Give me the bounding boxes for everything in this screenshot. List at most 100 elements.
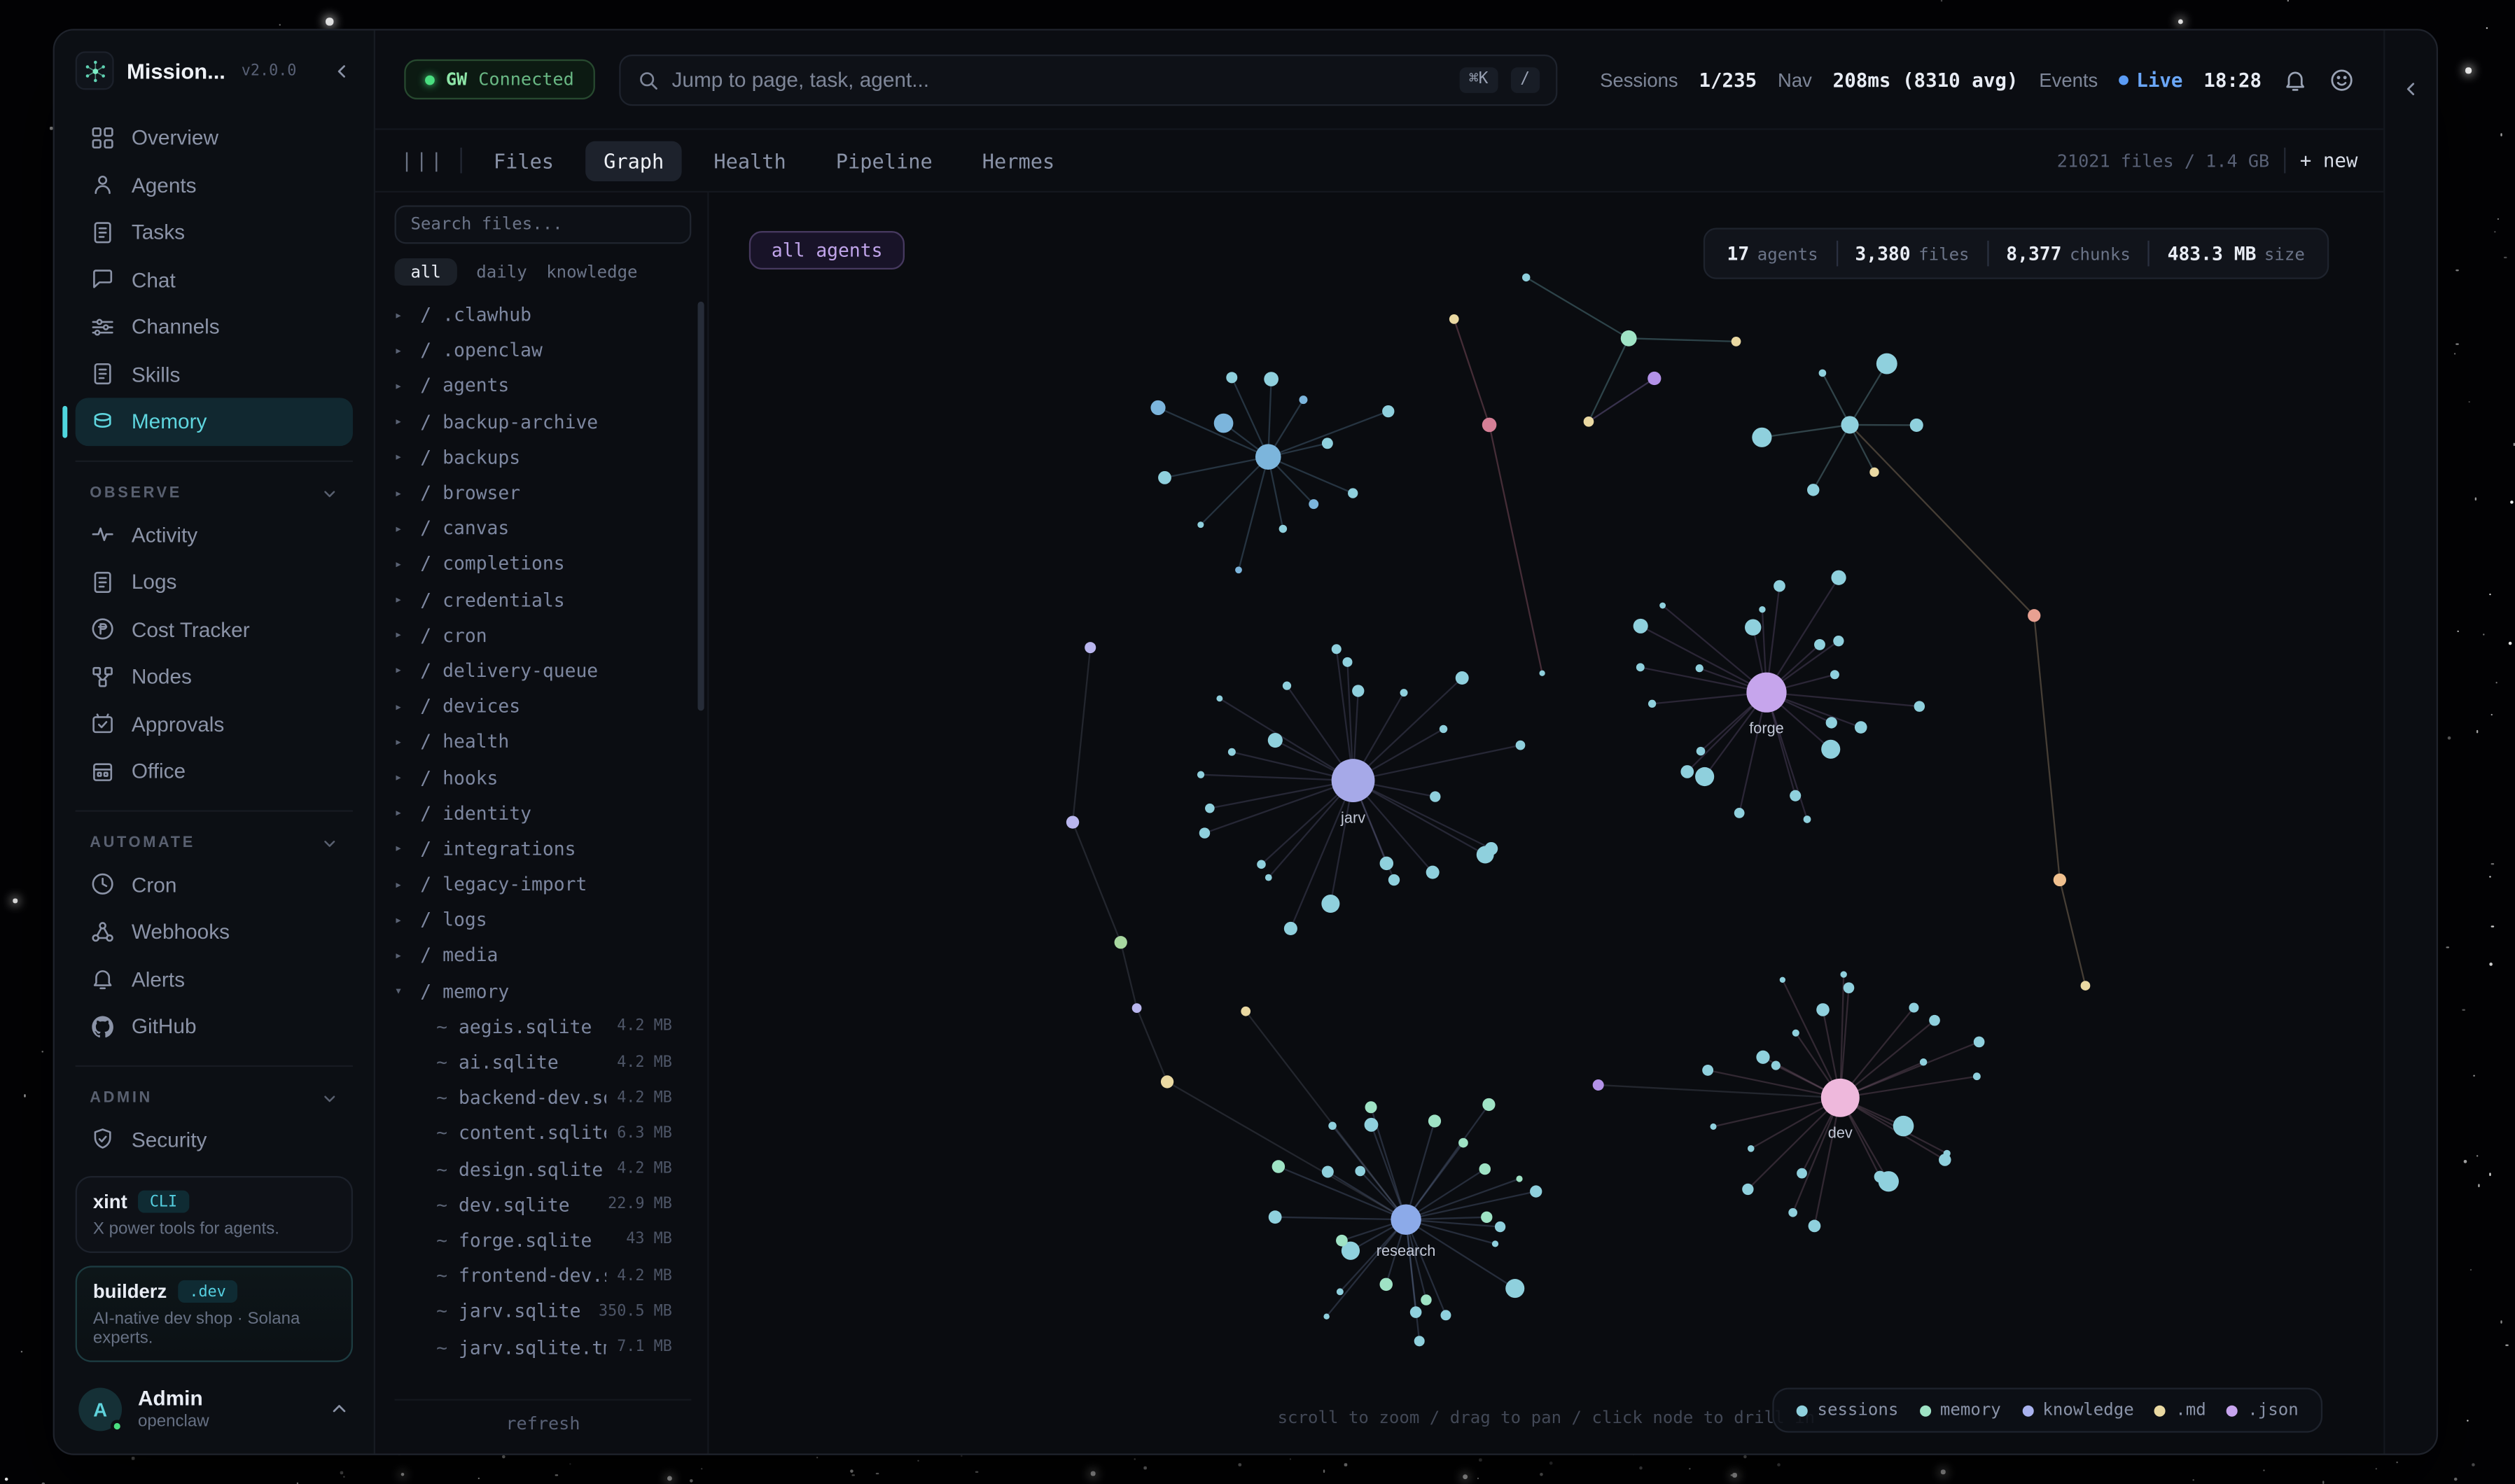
tab-files[interactable]: Files bbox=[476, 141, 572, 181]
graph-node-c1[interactable] bbox=[1085, 642, 1096, 653]
tree-folder-integrations[interactable]: ▸/integrations bbox=[395, 831, 692, 867]
graph-node-c5[interactable] bbox=[1161, 1075, 1173, 1088]
promo-card-builderz[interactable]: builderz.devAI-native dev shop · Solana … bbox=[76, 1266, 353, 1362]
graph-satellite-node[interactable] bbox=[1939, 1154, 1951, 1166]
caret-right-icon[interactable]: ▸ bbox=[395, 307, 410, 322]
feedback-smiley-icon[interactable] bbox=[2329, 66, 2355, 92]
tree-file-dev-sqlite[interactable]: ~dev.sqlite22.9 MB bbox=[395, 1186, 692, 1222]
graph-satellite-node[interactable] bbox=[1495, 1222, 1505, 1232]
graph-hub-hubA[interactable] bbox=[1255, 444, 1281, 470]
filter-knowledge[interactable]: knowledge bbox=[546, 262, 637, 282]
graph-satellite-node[interactable] bbox=[1819, 370, 1827, 377]
graph-satellite-node[interactable] bbox=[1388, 874, 1400, 886]
graph-satellite-node[interactable] bbox=[1659, 603, 1666, 609]
graph-satellite-node[interactable] bbox=[1228, 748, 1236, 756]
graph-satellite-node[interactable] bbox=[1816, 1003, 1830, 1016]
graph-satellite-node[interactable] bbox=[1914, 701, 1925, 711]
sidebar-item-channels[interactable]: Channels bbox=[76, 303, 353, 351]
graph-satellite-node[interactable] bbox=[1268, 733, 1283, 748]
global-search[interactable]: ⌘K / bbox=[619, 54, 1557, 105]
file-search-input[interactable] bbox=[395, 205, 692, 244]
graph-satellite-node[interactable] bbox=[1771, 1061, 1781, 1070]
sidebar-item-cron[interactable]: Cron bbox=[76, 861, 353, 909]
gateway-status-pill[interactable]: GW Connected bbox=[404, 59, 594, 99]
caret-right-icon[interactable]: ▸ bbox=[395, 948, 410, 962]
graph-satellite-node[interactable] bbox=[1807, 484, 1819, 496]
graph-satellite-node[interactable] bbox=[1309, 499, 1318, 509]
section-header-automate[interactable]: AUTOMATE bbox=[76, 825, 353, 860]
filter-all[interactable]: all bbox=[395, 258, 457, 286]
graph-node-pink[interactable] bbox=[1482, 418, 1497, 433]
graph-node-c4[interactable] bbox=[1132, 1003, 1142, 1013]
caret-right-icon[interactable]: ▸ bbox=[395, 664, 410, 678]
graph-satellite-node[interactable] bbox=[1235, 566, 1242, 573]
graph-satellite-node[interactable] bbox=[1477, 846, 1494, 864]
caret-right-icon[interactable]: ▸ bbox=[395, 485, 410, 500]
caret-right-icon[interactable]: ▸ bbox=[395, 877, 410, 892]
caret-down-icon[interactable]: ▾ bbox=[395, 983, 410, 998]
tree-file-backend-dev-sql[interactable]: ~backend-dev.sql…4.2 MB bbox=[395, 1080, 692, 1116]
graph-satellite-node[interactable] bbox=[1752, 428, 1771, 447]
graph-node-s1[interactable] bbox=[2028, 609, 2040, 622]
tree-folder-hooks[interactable]: ▸/hooks bbox=[395, 760, 692, 795]
graph-satellite-node[interactable] bbox=[1696, 664, 1704, 672]
graph-satellite-node[interactable] bbox=[1920, 1058, 1927, 1065]
graph-satellite-node[interactable] bbox=[1695, 767, 1714, 786]
caret-right-icon[interactable]: ▸ bbox=[395, 450, 410, 465]
graph-satellite-node[interactable] bbox=[1322, 438, 1333, 449]
graph-satellite-node[interactable] bbox=[1426, 866, 1440, 879]
graph-node-e4[interactable] bbox=[1584, 416, 1594, 427]
graph-satellite-node[interactable] bbox=[1380, 857, 1393, 870]
caret-right-icon[interactable]: ▸ bbox=[395, 556, 410, 571]
sidebar-item-chat[interactable]: Chat bbox=[76, 256, 353, 304]
graph-satellite-node[interactable] bbox=[1216, 695, 1222, 701]
caret-right-icon[interactable]: ▸ bbox=[395, 913, 410, 927]
sidebar-item-memory[interactable]: Memory bbox=[76, 398, 353, 445]
graph-satellite-node[interactable] bbox=[1481, 1212, 1492, 1223]
caret-right-icon[interactable]: ▸ bbox=[395, 628, 410, 643]
graph-satellite-node[interactable] bbox=[1322, 1166, 1334, 1177]
graph-satellite-node[interactable] bbox=[1337, 1288, 1344, 1295]
caret-right-icon[interactable]: ▸ bbox=[395, 521, 410, 536]
graph-satellite-node[interactable] bbox=[1421, 1294, 1432, 1306]
graph-satellite-node[interactable] bbox=[1492, 1240, 1498, 1247]
caret-right-icon[interactable]: ▸ bbox=[395, 592, 410, 607]
tree-folder-health[interactable]: ▸/health bbox=[395, 724, 692, 760]
graph-satellite-node[interactable] bbox=[1804, 816, 1811, 823]
tree-folder-delivery-queue[interactable]: ▸/delivery-queue bbox=[395, 653, 692, 689]
graph-satellite-node[interactable] bbox=[1400, 689, 1408, 696]
graph-node-s3[interactable] bbox=[2081, 981, 2091, 990]
graph-satellite-node[interactable] bbox=[1530, 1185, 1542, 1197]
graph-hub-jarv[interactable] bbox=[1332, 759, 1375, 802]
graph-satellite-node[interactable] bbox=[1844, 982, 1855, 993]
tree-file-jarv-sqlite[interactable]: ~jarv.sqlite350.5 MB bbox=[395, 1294, 692, 1329]
graph-satellite-node[interactable] bbox=[1284, 922, 1297, 935]
graph-satellite-node[interactable] bbox=[1342, 657, 1352, 667]
tab-health[interactable]: Health bbox=[696, 141, 804, 181]
graph-satellite-node[interactable] bbox=[1283, 682, 1291, 690]
graph-satellite-node[interactable] bbox=[1482, 1098, 1495, 1111]
graph-satellite-node[interactable] bbox=[1710, 1124, 1716, 1130]
graph-satellite-node[interactable] bbox=[1440, 1310, 1451, 1320]
graph-node-p1[interactable] bbox=[1593, 1079, 1604, 1091]
tree-folder-clawhub[interactable]: ▸/.clawhub bbox=[395, 297, 692, 332]
tree-file-jarv-sqlite-tmp[interactable]: ~jarv.sqlite.tmp…7.1 MB bbox=[395, 1329, 692, 1365]
tree-folder-openclaw[interactable]: ▸/.openclaw bbox=[395, 332, 692, 368]
caret-right-icon[interactable]: ▸ bbox=[395, 699, 410, 713]
sidebar-item-github[interactable]: GitHub bbox=[76, 1002, 353, 1050]
tab-hermes[interactable]: Hermes bbox=[965, 141, 1073, 181]
graph-node-e5[interactable] bbox=[1449, 314, 1459, 324]
graph-satellite-node[interactable] bbox=[1300, 396, 1308, 404]
caret-right-icon[interactable]: ▸ bbox=[395, 414, 410, 429]
tree-folder-devices[interactable]: ▸/devices bbox=[395, 688, 692, 724]
caret-right-icon[interactable]: ▸ bbox=[395, 770, 410, 785]
chevron-up-icon[interactable] bbox=[329, 1399, 350, 1420]
graph-satellite-node[interactable] bbox=[1430, 791, 1440, 802]
tree-folder-memory[interactable]: ▾/memory bbox=[395, 973, 692, 1009]
caret-right-icon[interactable]: ▸ bbox=[395, 734, 410, 749]
graph-satellite-node[interactable] bbox=[1150, 400, 1165, 415]
graph-satellite-node[interactable] bbox=[1272, 1160, 1286, 1173]
tab-pipeline[interactable]: Pipeline bbox=[818, 141, 950, 181]
graph-satellite-node[interactable] bbox=[1734, 808, 1745, 818]
graph-satellite-node[interactable] bbox=[1336, 1235, 1348, 1247]
